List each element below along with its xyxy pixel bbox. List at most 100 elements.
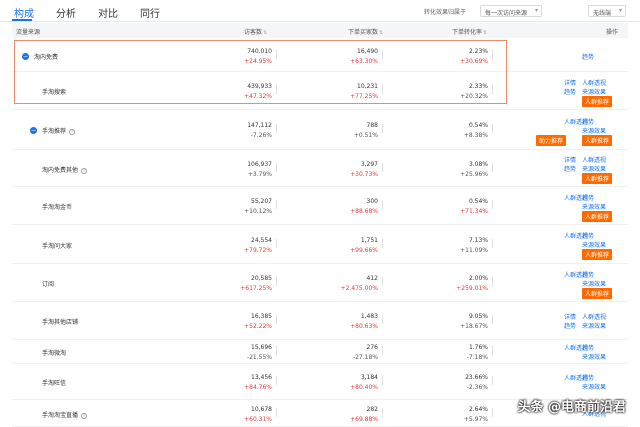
- tab-composition[interactable]: 构成: [14, 5, 34, 20]
- source-name[interactable]: 手淘微淘: [42, 348, 66, 357]
- action-link[interactable]: 来源效果: [582, 352, 606, 361]
- visitors-value: 16,385: [251, 313, 272, 320]
- collapse-icon[interactable]: −: [30, 127, 37, 134]
- action-link[interactable]: 人群透视: [582, 78, 606, 87]
- conv-value: 23.66%: [465, 374, 488, 381]
- conv-change: +18.67%: [460, 323, 488, 330]
- action-link[interactable]: 来源效果: [582, 321, 606, 330]
- action-link[interactable]: 来源效果: [582, 240, 606, 249]
- action-link[interactable]: 人群透视: [582, 155, 606, 164]
- action-link[interactable]: 趋势: [564, 321, 576, 330]
- help-icon[interactable]: ?: [69, 128, 76, 135]
- buyers-change: +80.40%: [350, 384, 378, 391]
- row-actions: 人群透视 趋势 来源效果 人群推荐: [564, 187, 624, 225]
- action-link[interactable]: 来源效果: [582, 382, 606, 391]
- tab-compare[interactable]: 对比: [98, 5, 118, 20]
- action-link[interactable]: 趋势: [564, 164, 576, 173]
- help-icon[interactable]: ?: [81, 412, 88, 419]
- buyers-value: 282: [366, 406, 378, 413]
- action-link[interactable]: 趋势: [564, 87, 576, 96]
- crowd-recommend-button[interactable]: 人群推荐: [582, 173, 613, 184]
- conv-change: +259.01%: [456, 285, 488, 292]
- table-header: 流量来源 访客数⇅ 下单买家数⇅ 下单转化率⇅ 操作: [12, 23, 628, 38]
- conv-value: 7.13%: [468, 237, 488, 244]
- buyers-change: +30.73%: [350, 171, 378, 178]
- buyers-change: -27.18%: [352, 354, 378, 361]
- action-link[interactable]: 详情: [564, 155, 576, 164]
- assist-recommend-button[interactable]: 助力推荐: [536, 135, 567, 146]
- action-link[interactable]: 来源效果: [582, 202, 606, 211]
- source-name-label: 手淘旺信: [42, 380, 67, 387]
- divider: [276, 346, 277, 355]
- divider: [382, 124, 383, 133]
- col-ops: 操作: [606, 29, 619, 36]
- buyers-change: +88.68%: [350, 208, 378, 215]
- tab-peers[interactable]: 同行: [140, 5, 160, 20]
- action-link[interactable]: 详情: [564, 78, 576, 87]
- conv-value: 1.76%: [468, 344, 488, 351]
- attribution-select[interactable]: 每一次访问来源 ▾: [480, 5, 543, 17]
- visitors-change: +84.76%: [244, 384, 272, 391]
- action-link[interactable]: 趋势: [582, 52, 594, 61]
- visitors-value: 13,456: [251, 374, 272, 381]
- source-name-label: 淘内免费其他: [42, 167, 79, 174]
- conv-value: 3.08%: [468, 161, 488, 168]
- divider: [492, 200, 493, 209]
- source-name[interactable]: 手淘淘金币: [42, 202, 72, 211]
- visitors-change: +60.31%: [244, 416, 272, 423]
- crowd-recommend-button[interactable]: 人群推荐: [582, 135, 613, 146]
- source-name[interactable]: 手淘其他店铺: [42, 317, 78, 326]
- divider: [492, 376, 493, 385]
- source-name[interactable]: 手淘旺信: [42, 378, 66, 387]
- action-link[interactable]: 来源效果: [582, 164, 606, 173]
- row-actions: 人群透视 趋势 来源效果 助力推荐 人群推荐: [536, 110, 624, 150]
- action-link[interactable]: 趋势: [582, 270, 594, 279]
- action-link[interactable]: 详情: [564, 312, 576, 321]
- action-link[interactable]: 趋势: [582, 231, 594, 240]
- top-tab-bar: 构成 分析 对比 同行 转化效果归属于 每一次访问来源 ▾ 无线端 ▾: [0, 0, 640, 22]
- crowd-recommend-button[interactable]: 人群推荐: [582, 96, 613, 107]
- conv-value: 9.05%: [468, 313, 488, 320]
- col-source: 流量来源: [16, 29, 41, 36]
- crowd-recommend-button[interactable]: 人群推荐: [582, 211, 613, 222]
- row-actions: 详情 人群透视 趋势 来源效果: [564, 302, 624, 340]
- crowd-recommend-button[interactable]: 人群推荐: [582, 249, 613, 260]
- action-link[interactable]: 人群透视: [582, 312, 606, 321]
- action-link[interactable]: 来源效果: [582, 279, 606, 288]
- action-link[interactable]: 趋势: [582, 373, 594, 382]
- divider: [382, 315, 383, 324]
- sort-icon: ⇅: [263, 30, 268, 36]
- row-actions: 人群透视 趋势 来源效果 人群推荐: [564, 225, 624, 264]
- col-visitors[interactable]: 访客数⇅: [244, 27, 267, 36]
- divider: [492, 124, 493, 133]
- source-name[interactable]: 订阅: [42, 279, 54, 288]
- source-name[interactable]: 手淘问大家: [42, 241, 72, 250]
- buyers-value: 3,297: [360, 161, 378, 168]
- divider: [276, 315, 277, 324]
- action-link[interactable]: 来源效果: [582, 126, 606, 135]
- source-name[interactable]: 淘内免费其他?: [42, 165, 88, 174]
- action-link[interactable]: 趋势: [582, 343, 594, 352]
- table-row: 手淘问大家 24,554 +79.72% 1,751 +99.66% 7.13% +11.0…: [12, 225, 628, 264]
- visitors-change: +3.79%: [247, 171, 272, 178]
- col-buyers[interactable]: 下单买家数⇅: [348, 27, 383, 36]
- divider: [276, 124, 277, 133]
- source-name-label: 手淘问大家: [42, 243, 73, 250]
- row-actions: 趋势: [564, 40, 624, 72]
- help-icon[interactable]: ?: [81, 167, 88, 174]
- visitors-change: +617.25%: [240, 285, 272, 292]
- terminal-select[interactable]: 无线端 ▾: [588, 5, 627, 17]
- action-link[interactable]: 趋势: [582, 117, 594, 126]
- conv-value: 2.64%: [468, 406, 488, 413]
- tab-analysis[interactable]: 分析: [56, 5, 76, 20]
- buyers-value: 276: [366, 344, 378, 351]
- buyers-value: 1,751: [360, 237, 378, 244]
- divider: [382, 346, 383, 355]
- crowd-recommend-button[interactable]: 人群推荐: [582, 288, 613, 299]
- source-name[interactable]: 手淘推荐?: [42, 126, 76, 135]
- conv-change: -2.36%: [466, 384, 488, 391]
- source-name[interactable]: 手淘淘宝直播?: [42, 410, 88, 419]
- action-link[interactable]: 趋势: [582, 193, 594, 202]
- col-conversion[interactable]: 下单转化率⇅: [452, 27, 487, 36]
- action-link[interactable]: 来源效果: [582, 87, 606, 96]
